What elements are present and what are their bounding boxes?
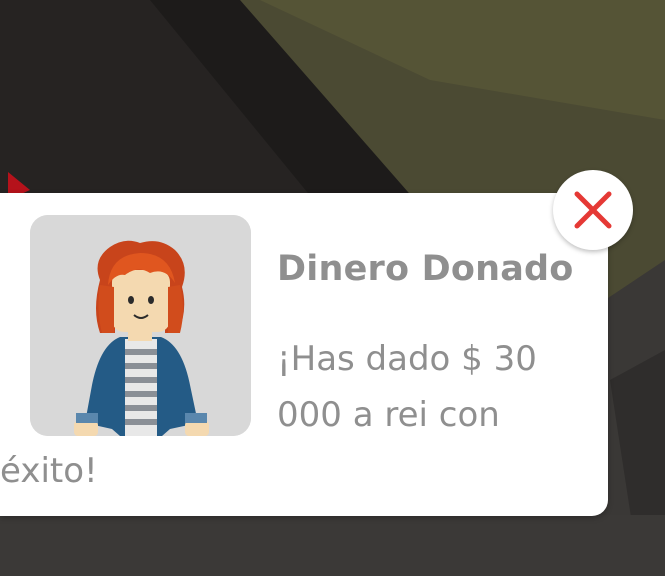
notification-title: Dinero Donado — [277, 249, 574, 289]
notification-message-wrapper: ¡Has dado $ 30 000 a rei con éxito! — [0, 331, 590, 499]
notification-panel: Dinero Donado ¡Has dado $ 30 000 a rei c… — [0, 193, 608, 516]
message-float-spacer — [0, 331, 277, 443]
close-icon[interactable] — [573, 190, 613, 230]
close-button[interactable] — [553, 170, 633, 250]
game-viewport: Dinero Donado ¡Has dado $ 30 000 a rei c… — [0, 0, 665, 576]
